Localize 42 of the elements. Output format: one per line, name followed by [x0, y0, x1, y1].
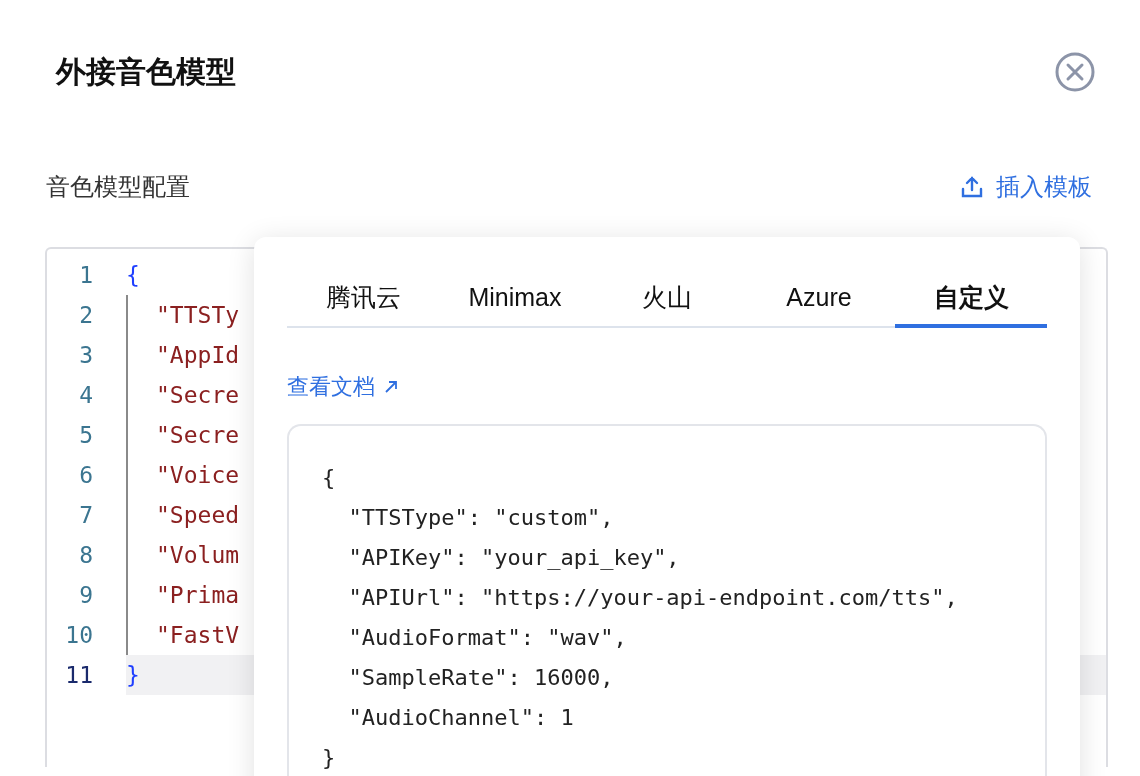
external-arrow-icon — [383, 379, 399, 395]
code-text: "FastV — [156, 622, 240, 648]
code-line: "AudioChannel": 1 — [347, 704, 575, 732]
code-line: "APIUrl": "https://your-api-endpoint.com/tts", — [347, 584, 959, 612]
code-line: } — [322, 744, 337, 772]
code-line: "TTSType": "custom", — [347, 504, 615, 532]
line-number: 9 — [78, 582, 93, 608]
code-text: "Speed — [156, 502, 240, 528]
code-text: "AppId — [156, 342, 240, 368]
code-text: "Volum — [156, 542, 240, 568]
line-number: 1 — [78, 262, 93, 288]
upload-icon — [960, 175, 984, 199]
line-number: 5 — [78, 422, 93, 448]
line-number: 4 — [78, 382, 93, 408]
code-line: "APIKey": "your_api_key", — [347, 544, 681, 572]
provider-tab[interactable]: 自定义 — [895, 277, 1047, 328]
provider-tab[interactable]: Azure — [743, 277, 895, 328]
docs-link[interactable]: 查看文档 — [287, 372, 399, 402]
code-text: "Secre — [156, 382, 240, 408]
section-label: 音色模型配置 — [46, 172, 190, 202]
code-text: "Voice — [156, 462, 240, 488]
code-text: "Prima — [156, 582, 240, 608]
code-text: { — [126, 262, 140, 288]
line-number: 11 — [64, 662, 93, 688]
line-number: 10 — [64, 622, 93, 648]
code-line: "AudioFormat": "wav", — [347, 624, 628, 652]
provider-tab[interactable]: 腾讯云 — [287, 277, 439, 328]
code-text: "Secre — [156, 422, 240, 448]
code-text: } — [126, 662, 140, 688]
code-line: "SampleRate": 16000, — [347, 664, 615, 692]
provider-tab[interactable]: 火山 — [591, 277, 743, 328]
line-number: 8 — [78, 542, 93, 568]
line-number: 6 — [78, 462, 93, 488]
close-icon[interactable] — [1054, 51, 1096, 93]
code-text: "TTSTy — [156, 302, 240, 328]
insert-template-button[interactable]: 插入模板 — [960, 171, 1092, 203]
dialog-title: 外接音色模型 — [56, 53, 236, 90]
line-number: 7 — [78, 502, 93, 528]
code-line: { — [322, 464, 337, 492]
line-number: 2 — [78, 302, 93, 328]
provider-tab[interactable]: Minimax — [439, 277, 591, 328]
line-number: 3 — [78, 342, 93, 368]
